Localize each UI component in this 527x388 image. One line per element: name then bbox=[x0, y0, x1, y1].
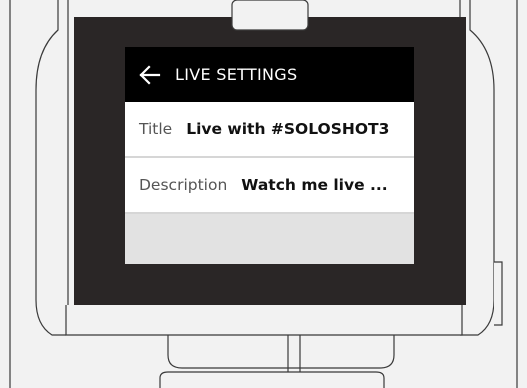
setting-label-title: Title bbox=[139, 120, 173, 138]
setting-value-description: Watch me live ... bbox=[241, 176, 388, 194]
setting-row-title[interactable]: Title Live with #SOLOSHOT3 bbox=[125, 102, 414, 156]
back-button[interactable] bbox=[137, 62, 163, 88]
setting-label-description: Description bbox=[139, 176, 228, 194]
screen-header: LIVE SETTINGS bbox=[125, 47, 414, 102]
row-divider bbox=[125, 212, 414, 214]
page-title: LIVE SETTINGS bbox=[175, 65, 298, 84]
device-screen: LIVE SETTINGS Title Live with #SOLOSHOT3… bbox=[125, 47, 414, 264]
setting-row-description[interactable]: Description Watch me live ... bbox=[125, 158, 414, 212]
arrow-left-icon bbox=[139, 64, 161, 85]
device-mockup: LIVE SETTINGS Title Live with #SOLOSHOT3… bbox=[0, 0, 527, 388]
setting-value-title: Live with #SOLOSHOT3 bbox=[186, 120, 390, 138]
